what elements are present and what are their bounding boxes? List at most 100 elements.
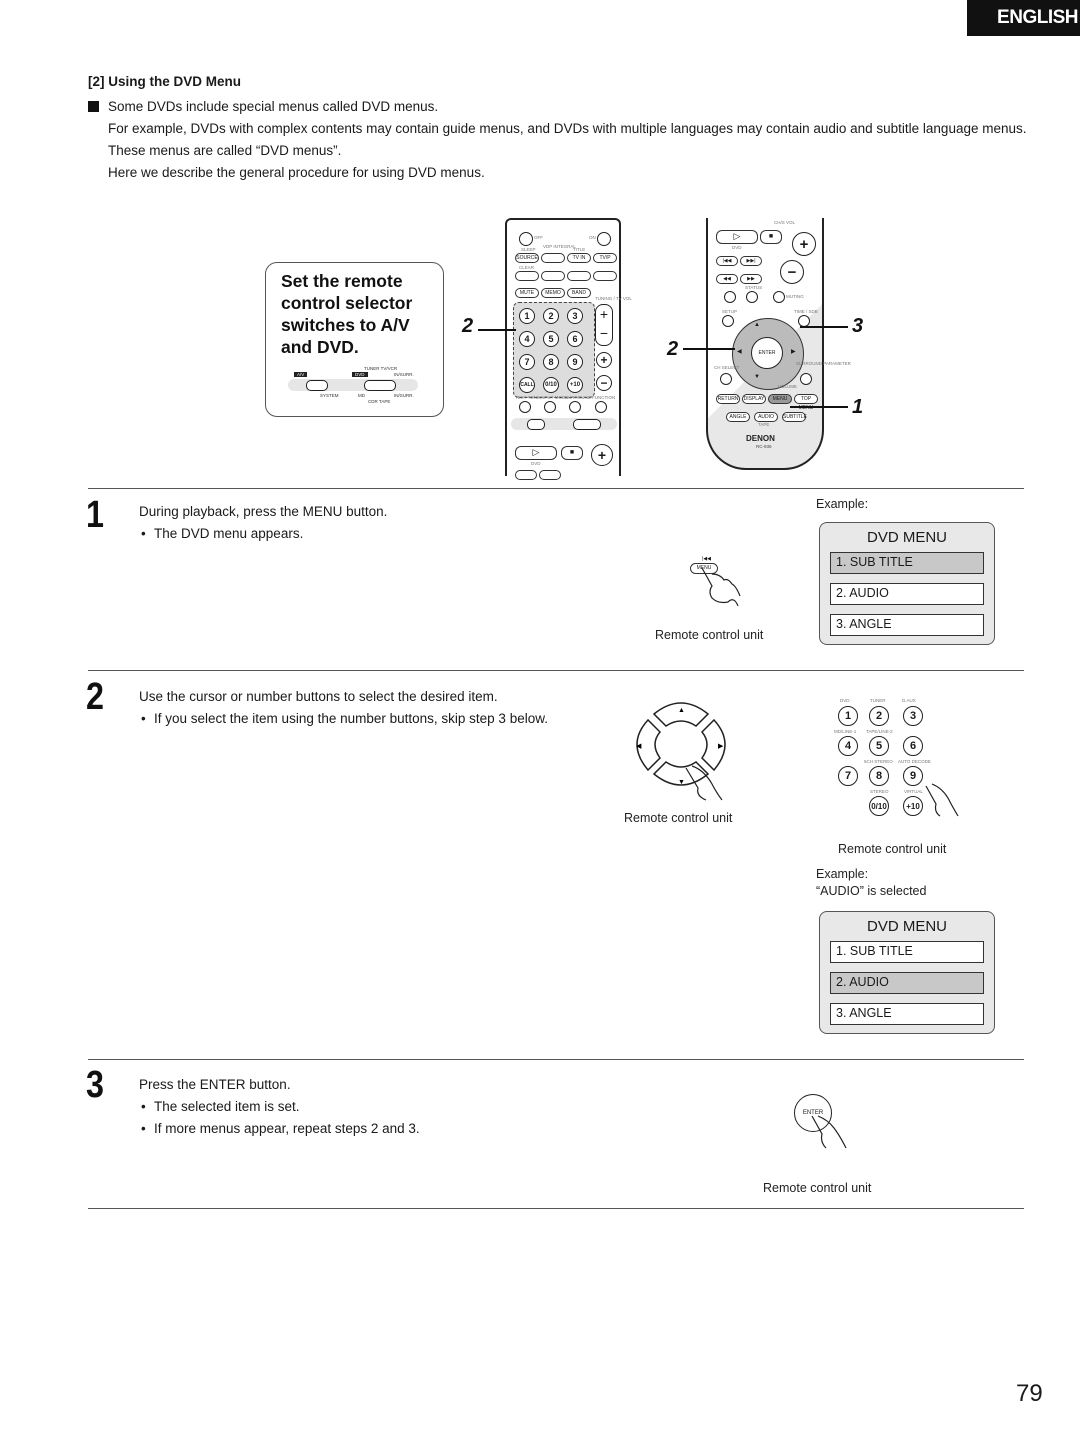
numpad-key-4[interactable]: 4	[838, 736, 858, 756]
numpad-key-2[interactable]: 2	[869, 706, 889, 726]
play-button[interactable]: ▷	[515, 446, 557, 460]
angle-button[interactable]: ANGLE	[726, 412, 750, 422]
skip-forward-button-right[interactable]: ▶▶|	[740, 256, 762, 266]
ch-select-button[interactable]	[720, 373, 732, 385]
key-7[interactable]: 7	[519, 354, 535, 370]
menu-button[interactable]: MENU	[768, 394, 792, 404]
caption: Remote control unit	[624, 811, 733, 825]
display-button[interactable]: DISPLAY	[742, 394, 766, 404]
tv-in-button[interactable]: TV IN	[567, 253, 591, 263]
skip-back-button[interactable]	[515, 470, 537, 480]
fast-forward-button[interactable]: ▶▶	[740, 274, 762, 284]
audio-button[interactable]: AUDIO	[754, 412, 778, 422]
key-8[interactable]: 8	[543, 354, 559, 370]
menu-item-angle[interactable]: 3. ANGLE	[830, 1003, 984, 1025]
stop-button[interactable]: ■	[561, 446, 583, 460]
rewind-button[interactable]: ◀◀	[716, 274, 738, 284]
key-1[interactable]: 1	[519, 308, 535, 324]
numpad-key-7[interactable]: 7	[838, 766, 858, 786]
skip-forward-button[interactable]	[539, 470, 561, 480]
hand-icon	[925, 783, 959, 817]
top-menu-button[interactable]: TOP MENU	[794, 394, 818, 411]
mute-button[interactable]: MUTE	[515, 288, 539, 298]
input-mode-button[interactable]	[544, 401, 556, 413]
return-button[interactable]: RETURN	[716, 394, 740, 404]
cursor-down-icon[interactable]: ▼	[754, 374, 760, 380]
dvd-menu-title: DVD MENU	[866, 918, 947, 935]
integral-button[interactable]	[541, 253, 565, 263]
menu-item-subtitle[interactable]: 1. SUB TITLE	[830, 941, 984, 963]
callout-number-3: 3	[852, 315, 864, 337]
selector-switch-diagram: A/V DVD TUNER TV/VCR IN/SURR. SYSTEM MD …	[288, 366, 418, 408]
key-9[interactable]: 9	[567, 354, 583, 370]
power-off-button[interactable]	[519, 232, 533, 246]
menu-item-audio[interactable]: 2. AUDIO	[830, 583, 984, 605]
numpad-key-3[interactable]: 3	[903, 706, 923, 726]
key-3[interactable]: 3	[567, 308, 583, 324]
subtitle-button[interactable]: SUBTITLE	[782, 412, 807, 422]
tv-ch-up-button[interactable]	[593, 271, 617, 281]
pause-button[interactable]	[724, 291, 736, 303]
numpad-key-plus-10[interactable]: +10	[903, 796, 923, 816]
source-button[interactable]: SOURCE	[515, 253, 539, 263]
example-label: Example:	[816, 867, 869, 881]
numpad-key-5[interactable]: 5	[869, 736, 889, 756]
step-divider	[88, 670, 1024, 671]
band-button[interactable]: BAND	[567, 288, 591, 298]
remote-mode-switch[interactable]	[573, 419, 601, 430]
call-button[interactable]: CALL	[519, 377, 535, 393]
tvp-button[interactable]: TV/P	[593, 253, 617, 263]
mode-selector-switch[interactable]	[364, 380, 396, 391]
tuner-down-button[interactable]: −	[596, 375, 612, 391]
test-tone-button[interactable]	[519, 401, 531, 413]
numpad-illustration: DVD TUNER D.AUX 1 2 3 MD/LINE-1 TAPE/LIN…	[832, 696, 962, 826]
remote-av-switch[interactable]	[527, 419, 545, 430]
key-6[interactable]: 6	[567, 331, 583, 347]
function-button[interactable]	[595, 401, 607, 413]
cursor-right-icon[interactable]: ▶	[791, 348, 796, 355]
callout-line	[790, 406, 848, 408]
key-plus-10[interactable]: +10	[567, 377, 583, 393]
key-4[interactable]: 4	[519, 331, 535, 347]
setup-button[interactable]	[722, 315, 734, 327]
intro-line: These menus are called “DVD menus”.	[108, 143, 342, 158]
muting-button[interactable]	[773, 291, 785, 303]
key-2[interactable]: 2	[543, 308, 559, 324]
section-title: [2] Using the DVD Menu	[88, 74, 242, 89]
example-sublabel: “AUDIO” is selected	[816, 884, 927, 898]
cursor-up-icon[interactable]: ▲	[754, 322, 760, 328]
tv-ch-down-button[interactable]	[567, 271, 591, 281]
memo-button[interactable]: MEMO	[541, 288, 565, 298]
switch-top-end-label: IN/SURR.	[394, 372, 414, 377]
menu-item-audio[interactable]: 2. AUDIO	[830, 972, 984, 994]
vol-down-button[interactable]: −	[780, 260, 804, 284]
power-on-button[interactable]	[597, 232, 611, 246]
numpad-key-6[interactable]: 6	[903, 736, 923, 756]
tuning-volume-rocker[interactable]: + −	[595, 304, 613, 346]
function-button-b[interactable]	[541, 271, 565, 281]
tuner-up-button[interactable]: +	[596, 352, 612, 368]
switch-bottom-end-label: IN/SURR.	[394, 393, 414, 398]
skip-back-button-right[interactable]: |◀◀	[716, 256, 738, 266]
enter-button[interactable]: ENTER	[751, 337, 783, 369]
vol-up-button[interactable]: +	[792, 232, 816, 256]
stop-button-right[interactable]: ■	[760, 230, 782, 244]
menu-item-angle[interactable]: 3. ANGLE	[830, 614, 984, 636]
play-button-right[interactable]: ▷	[716, 230, 758, 244]
numpad-key-1[interactable]: 1	[838, 706, 858, 726]
status-button[interactable]	[746, 291, 758, 303]
cursor-left-icon[interactable]: ◀	[737, 348, 742, 355]
key-5[interactable]: 5	[543, 331, 559, 347]
volume-up-button[interactable]: +	[591, 444, 613, 466]
clear-button[interactable]	[515, 271, 539, 281]
numpad-key-9[interactable]: 9	[903, 766, 923, 786]
surround-button[interactable]	[569, 401, 581, 413]
menu-item-subtitle[interactable]: 1. SUB TITLE	[830, 552, 984, 574]
callout-line	[683, 348, 735, 350]
av-system-switch[interactable]	[306, 380, 328, 391]
left-arrow-icon: ◀	[636, 743, 642, 750]
numpad-key-8[interactable]: 8	[869, 766, 889, 786]
numpad-key-0-10[interactable]: 0/10	[869, 796, 889, 816]
surround-parameter-button[interactable]	[800, 373, 812, 385]
key-0-10[interactable]: 0/10	[543, 377, 559, 393]
